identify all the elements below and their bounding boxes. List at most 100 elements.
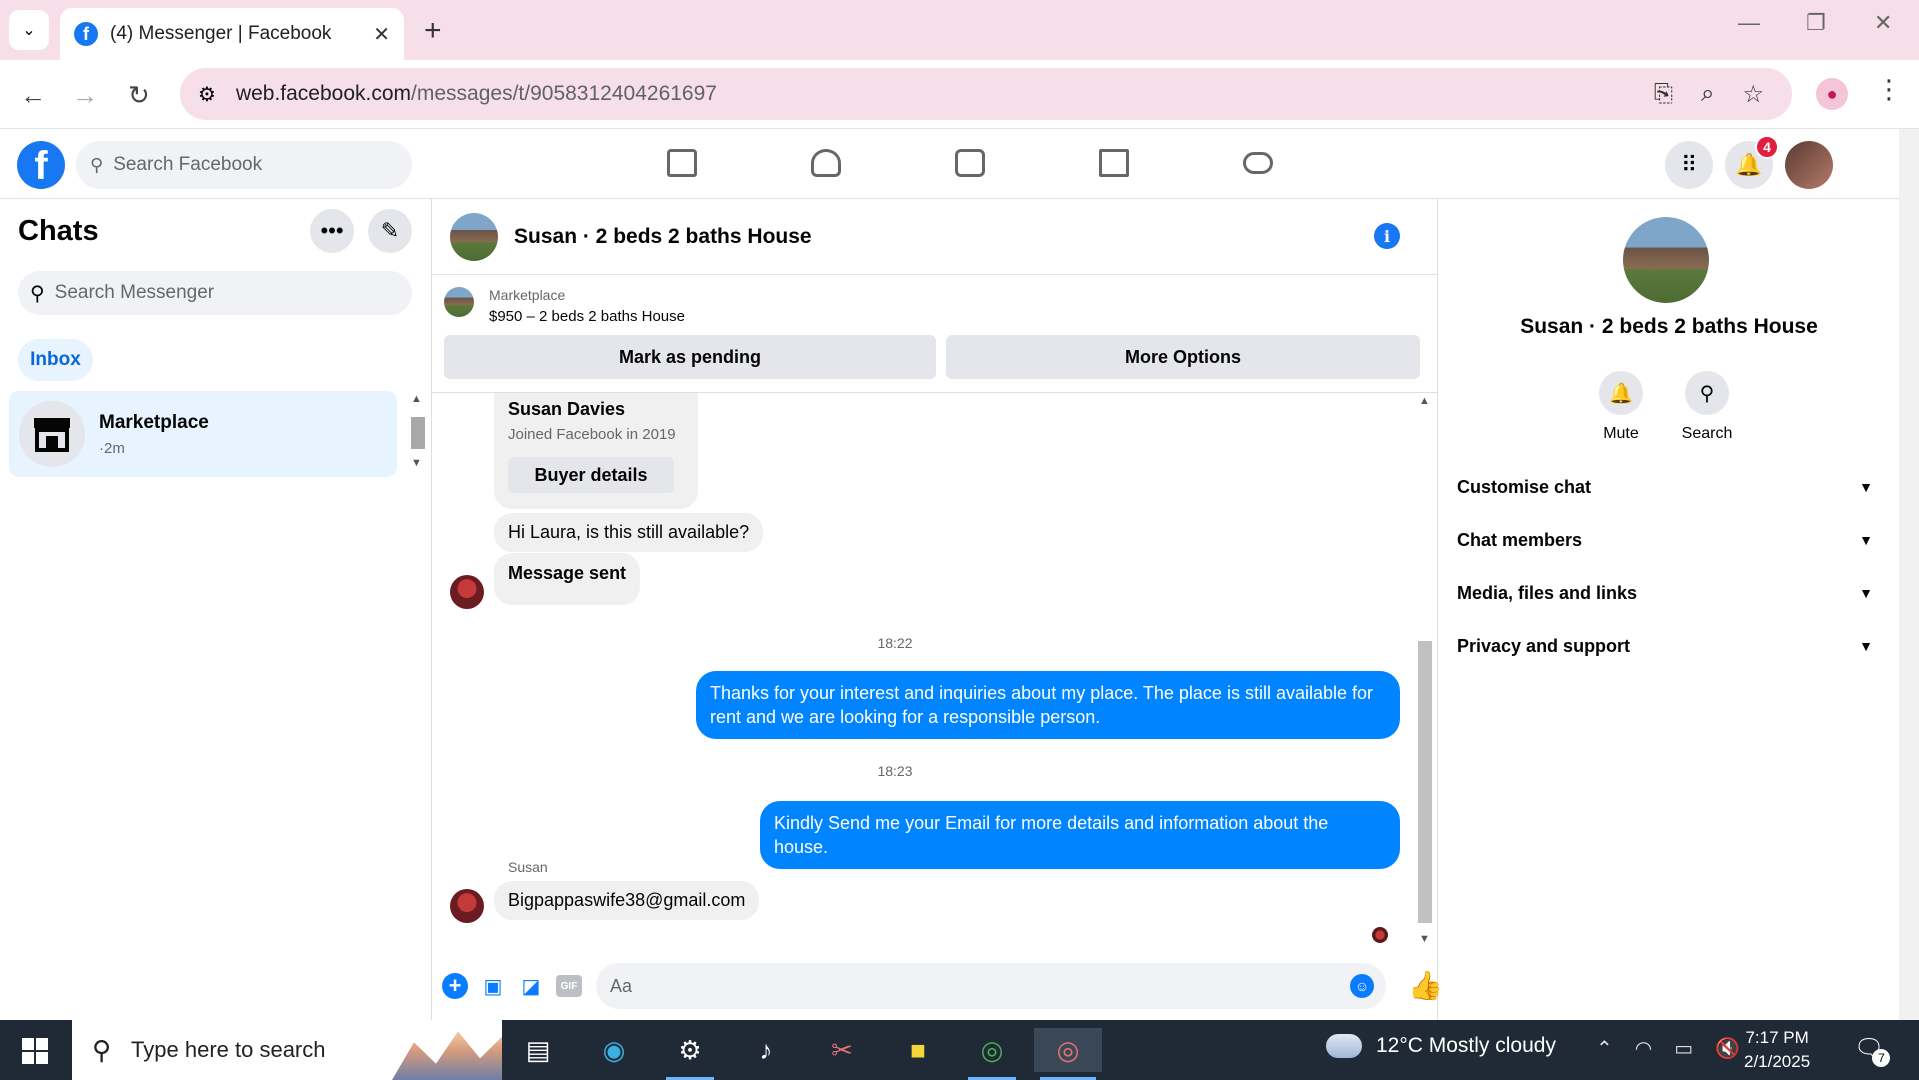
search-messenger-input[interactable]: ⚲ Search Messenger xyxy=(18,271,412,315)
video-icon[interactable] xyxy=(898,139,1042,187)
message-bubble-incoming: Bigpappaswife38@gmail.com xyxy=(494,881,760,920)
account-avatar[interactable] xyxy=(1785,141,1833,189)
bell-icon: 🔔 xyxy=(1599,371,1643,415)
chrome-profile-icon[interactable]: ◎ xyxy=(1034,1028,1102,1080)
taskbar-clock[interactable]: 7:17 PM 2/1/2025 xyxy=(1744,1026,1810,1074)
snipping-tool-icon[interactable]: ✂ xyxy=(812,1028,872,1072)
close-window-icon[interactable]: ✕ xyxy=(1874,10,1892,36)
browser-tab-messenger[interactable]: f (4) Messenger | Facebook ✕ xyxy=(60,8,404,60)
like-thumb-icon[interactable]: 👍 xyxy=(1408,969,1443,1002)
conversation-item[interactable]: Marketplace ·2m xyxy=(9,391,397,477)
chevron-down-icon: ▼ xyxy=(1859,638,1873,654)
conversation-scrollbar[interactable]: ▲ ▼ xyxy=(408,391,428,477)
scroll-up-icon[interactable]: ▲ xyxy=(411,393,422,405)
install-app-icon[interactable]: ⎘ xyxy=(1654,80,1673,109)
facebook-logo-icon[interactable]: f xyxy=(17,141,65,189)
chevron-down-icon: ▼ xyxy=(1859,479,1873,495)
message-bubble-outgoing: Thanks for your interest and inquiries a… xyxy=(696,671,1400,739)
tiktok-icon[interactable]: ♪ xyxy=(736,1028,796,1072)
plus-icon[interactable]: + xyxy=(442,973,468,999)
sticky-notes-icon[interactable]: ■ xyxy=(888,1028,948,1072)
listing-title[interactable]: $950 – 2 beds 2 baths House xyxy=(489,308,685,325)
mark-as-pending-button[interactable]: Mark as pending xyxy=(444,335,936,379)
scroll-thumb[interactable] xyxy=(1418,641,1432,923)
task-view-icon[interactable]: ▤ xyxy=(508,1028,568,1072)
menu-grid-icon[interactable]: ⠿ xyxy=(1665,141,1713,189)
action-center-icon[interactable]: 🗨 7 xyxy=(1854,1034,1891,1067)
search-button[interactable]: ⚲ Search xyxy=(1667,371,1747,443)
marketplace-icon[interactable] xyxy=(1042,139,1186,187)
facebook-search-input[interactable]: ⚲ Search Facebook xyxy=(76,141,412,189)
reload-icon[interactable]: ↻ xyxy=(128,80,150,111)
thread-scrollbar[interactable]: ▲ ▼ xyxy=(1414,393,1436,951)
sender-avatar[interactable] xyxy=(450,575,484,609)
info-icon[interactable]: i xyxy=(1374,223,1400,249)
scroll-thumb[interactable] xyxy=(411,417,425,449)
chevron-down-icon: ▼ xyxy=(1859,532,1873,548)
conversation-avatar[interactable] xyxy=(1623,217,1709,303)
battery-icon[interactable]: ▭ xyxy=(1674,1036,1693,1061)
close-tab-icon[interactable]: ✕ xyxy=(373,22,390,47)
chat-title[interactable]: Susan · 2 beds 2 baths House xyxy=(514,225,812,249)
settings-gear-icon[interactable]: ⚙ xyxy=(660,1028,720,1080)
tab-search-button[interactable]: ⌄ xyxy=(9,10,49,50)
chat-panel: Susan · 2 beds 2 baths House i Marketpla… xyxy=(432,199,1443,1020)
address-bar[interactable]: ⚙ web.facebook.com/messages/t/9058312404… xyxy=(180,68,1792,120)
chat-members-section[interactable]: Chat members ▼ xyxy=(1457,520,1873,560)
scroll-up-icon[interactable]: ▲ xyxy=(1419,395,1430,407)
chat-avatar[interactable] xyxy=(450,213,498,261)
page-scrollbar[interactable] xyxy=(1899,129,1919,1020)
weather-widget[interactable]: 12°C Mostly cloudy xyxy=(1326,1034,1556,1058)
scroll-down-icon[interactable]: ▼ xyxy=(411,457,422,469)
attach-photo-icon[interactable]: ▣ xyxy=(480,973,506,999)
emoji-icon[interactable]: ☺ xyxy=(1350,974,1374,998)
buyer-details-button[interactable]: Buyer details xyxy=(508,457,674,493)
listing-thumbnail[interactable] xyxy=(444,287,474,317)
sender-name: Susan xyxy=(508,859,548,875)
wifi-icon[interactable]: ◠ xyxy=(1635,1036,1652,1061)
customise-chat-section[interactable]: Customise chat ▼ xyxy=(1457,467,1873,507)
sticker-icon[interactable]: ◪ xyxy=(518,973,544,999)
more-options-button[interactable]: More Options xyxy=(946,335,1420,379)
privacy-support-section[interactable]: Privacy and support ▼ xyxy=(1457,626,1873,666)
more-options-icon[interactable]: ••• xyxy=(310,209,354,253)
notification-count-badge: 7 xyxy=(1872,1049,1891,1067)
chevron-up-icon[interactable]: ⌃ xyxy=(1596,1036,1613,1061)
new-tab-button[interactable]: + xyxy=(424,14,442,48)
browser-profile-icon[interactable]: ● xyxy=(1816,78,1848,110)
bookmark-star-icon[interactable]: ☆ xyxy=(1742,80,1764,109)
mute-button[interactable]: 🔔 Mute xyxy=(1581,371,1661,443)
seen-receipt-avatar xyxy=(1372,927,1388,943)
sender-avatar[interactable] xyxy=(450,889,484,923)
gif-icon[interactable]: GIF xyxy=(556,975,582,997)
windows-start-icon[interactable] xyxy=(22,1038,48,1064)
marketplace-label: Marketplace xyxy=(489,287,566,303)
edge-browser-icon[interactable]: ◉ xyxy=(584,1028,644,1072)
scroll-down-icon[interactable]: ▼ xyxy=(1419,933,1430,945)
back-arrow-icon[interactable]: ← xyxy=(20,80,46,111)
minimize-window-icon[interactable]: — xyxy=(1738,10,1760,36)
message-bubble-outgoing: Kindly Send me your Email for more detai… xyxy=(760,801,1400,869)
forward-arrow-icon[interactable]: → xyxy=(72,80,98,111)
home-icon[interactable] xyxy=(610,139,754,187)
facebook-favicon-icon: f xyxy=(74,22,98,46)
facebook-header: f ⚲ Search Facebook ⠿ 🔔 4 xyxy=(0,129,1899,199)
message-input[interactable]: Aa ☺ xyxy=(596,963,1386,1009)
marketplace-listing-bar: Marketplace $950 – 2 beds 2 baths House … xyxy=(432,275,1438,393)
zoom-icon[interactable]: ⌕ xyxy=(1701,80,1714,109)
restore-window-icon[interactable]: ❐ xyxy=(1806,10,1826,36)
notifications-bell-icon[interactable]: 🔔 4 xyxy=(1725,135,1779,189)
friends-icon[interactable] xyxy=(754,139,898,187)
message-bubble-incoming: Message sent xyxy=(494,553,641,605)
media-files-links-section[interactable]: Media, files and links ▼ xyxy=(1457,573,1873,613)
new-message-icon[interactable]: ✎ xyxy=(368,209,412,253)
inbox-tab[interactable]: Inbox xyxy=(18,339,93,381)
site-settings-icon[interactable]: ⚙ xyxy=(198,82,216,107)
search-icon: ⚲ xyxy=(1685,371,1729,415)
taskbar-search-input[interactable]: ⚲ Type here to search xyxy=(72,1020,502,1080)
chrome-icon[interactable]: ◎ xyxy=(962,1028,1022,1080)
buyer-info-card: Susan Davies Joined Facebook in 2019 Buy… xyxy=(494,393,698,509)
gaming-icon[interactable] xyxy=(1186,139,1330,187)
browser-menu-icon[interactable]: ⋮ xyxy=(1876,74,1902,105)
speaker-muted-icon[interactable]: 🔇 xyxy=(1715,1036,1740,1061)
